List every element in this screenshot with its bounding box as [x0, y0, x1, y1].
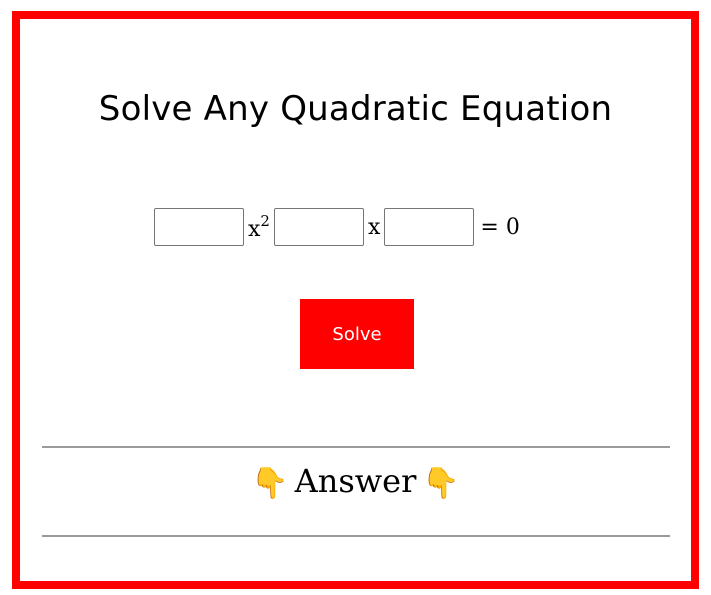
quadratic-equation-row: x2 x = 0: [154, 205, 520, 249]
exponent-label: 2: [260, 212, 270, 230]
answer-label: Answer: [294, 462, 417, 500]
page-title: Solve Any Quadratic Equation: [98, 89, 613, 129]
x-term: x: [367, 214, 381, 240]
equals-zero-label: = 0: [480, 214, 520, 240]
coefficient-b-input[interactable]: [273, 208, 364, 246]
coefficient-a-input[interactable]: [154, 208, 244, 246]
x-squared-variable: x: [248, 217, 261, 242]
solve-button[interactable]: Solve: [300, 299, 414, 369]
x-squared-term: x2: [248, 212, 270, 242]
answer-section: 👇 Answer 👇: [20, 462, 691, 501]
pointing-down-left-icon: 👇: [251, 466, 289, 501]
app-frame: Solve Any Quadratic Equation x2 x = 0 So…: [12, 11, 699, 589]
pointing-down-right-icon: 👇: [422, 466, 460, 501]
answer-bottom-divider: [42, 535, 670, 537]
coefficient-c-input[interactable]: [384, 208, 475, 246]
answer-top-divider: [42, 446, 670, 448]
